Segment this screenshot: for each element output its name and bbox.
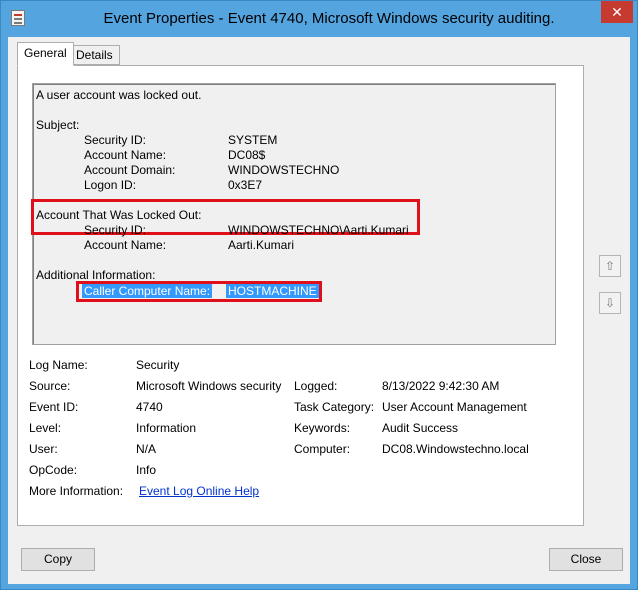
title-bar[interactable]: Event Properties - Event 4740, Microsoft… — [1, 1, 637, 37]
locked-security-id-value: WINDOWSTECHNO\Aarti.Kumari — [228, 223, 409, 237]
previous-event-button[interactable]: ⇧ — [599, 255, 621, 277]
subject-logon-id-value: 0x3E7 — [228, 178, 263, 192]
computer-label: Computer: — [294, 442, 351, 456]
event-id-value: 4740 — [136, 400, 163, 414]
source-value: Microsoft Windows security — [136, 379, 282, 393]
close-button[interactable]: Close — [549, 548, 623, 571]
level-value: Information — [136, 421, 197, 435]
close-window-button[interactable]: ✕ — [601, 1, 633, 23]
computer-value: DC08.Windowstechno.local — [382, 442, 529, 456]
event-description-box[interactable]: A user account was locked out. Subject: … — [31, 83, 556, 345]
subject-account-domain-value: WINDOWSTECHNO — [228, 163, 340, 177]
locked-account-name-value: Aarti.Kumari — [228, 238, 295, 252]
tab-general[interactable]: General — [17, 42, 74, 66]
subject-account-name-value: DC08$ — [228, 148, 266, 162]
log-name-label: Log Name: — [29, 358, 88, 372]
user-value: N/A — [136, 442, 157, 456]
tab-details[interactable]: Details — [69, 45, 120, 65]
event-id-label: Event ID: — [29, 400, 79, 414]
event-properties-window: Event Properties - Event 4740, Microsoft… — [0, 0, 638, 590]
arrow-up-icon: ⇧ — [604, 259, 616, 273]
event-log-online-help-link[interactable]: Event Log Online Help — [139, 484, 259, 498]
subject-security-id-label: Security ID: — [84, 133, 147, 147]
subject-account-domain-label: Account Domain: — [84, 163, 176, 177]
caller-computer-name-label: Caller Computer Name: — [82, 284, 213, 298]
event-summary: A user account was locked out. — [36, 88, 202, 102]
caller-computer-name-value: HOSTMACHINE — [226, 284, 319, 298]
next-event-button[interactable]: ⇩ — [599, 292, 621, 314]
task-category-value: User Account Management — [382, 400, 527, 414]
keywords-value: Audit Success — [382, 421, 459, 435]
level-label: Level: — [29, 421, 62, 435]
arrow-down-icon: ⇩ — [604, 296, 616, 310]
subject-account-name-label: Account Name: — [84, 148, 167, 162]
window-title: Event Properties - Event 4740, Microsoft… — [103, 10, 555, 27]
locked-security-id-label: Security ID: — [84, 223, 147, 237]
general-tab-panel: A user account was locked out. Subject: … — [17, 65, 584, 526]
more-information-label: More Information: — [29, 484, 124, 498]
source-label: Source: — [29, 379, 71, 393]
copy-button[interactable]: Copy — [21, 548, 95, 571]
keywords-label: Keywords: — [294, 421, 351, 435]
log-name-value: Security — [136, 358, 180, 372]
dialog-client-area: General Details A user account was locke… — [8, 37, 630, 584]
subject-security-id-value: SYSTEM — [228, 133, 278, 147]
opcode-value: Info — [136, 463, 157, 477]
subject-logon-id-label: Logon ID: — [84, 178, 137, 192]
opcode-label: OpCode: — [29, 463, 78, 477]
locked-account-header: Account That Was Locked Out: — [36, 208, 202, 222]
additional-info-header: Additional Information: — [36, 268, 156, 282]
logged-label: Logged: — [294, 379, 338, 393]
task-category-label: Task Category: — [294, 400, 375, 414]
subject-header: Subject: — [36, 118, 80, 132]
logged-value: 8/13/2022 9:42:30 AM — [382, 379, 500, 393]
locked-account-name-label: Account Name: — [84, 238, 167, 252]
user-label: User: — [29, 442, 58, 456]
